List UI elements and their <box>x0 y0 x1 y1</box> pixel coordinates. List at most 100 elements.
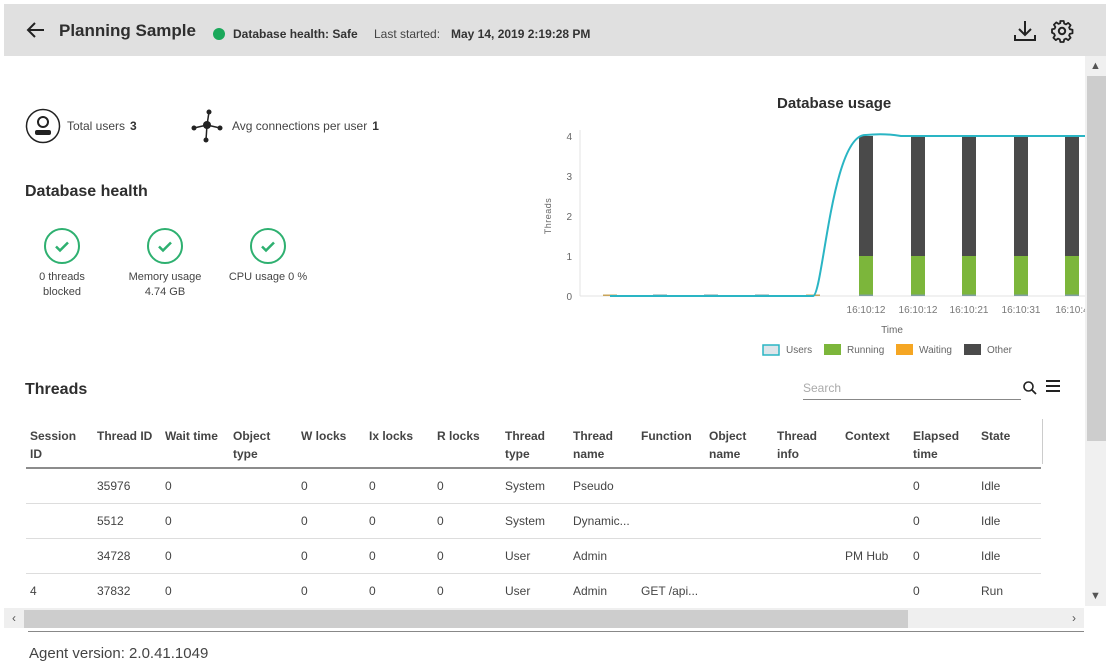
column-header[interactable]: R locks <box>433 419 501 469</box>
avg-connections-stat: Avg connections per user 1 <box>189 108 379 144</box>
column-header-label: Thread <box>777 429 818 443</box>
settings-button[interactable] <box>1050 19 1074 43</box>
column-header[interactable]: Function <box>637 419 705 469</box>
search-field[interactable] <box>803 378 1021 400</box>
vertical-scrollbar[interactable]: ▲ ▼ <box>1085 56 1106 606</box>
table-cell: User <box>501 538 569 574</box>
threads-title: Threads <box>25 381 88 398</box>
table-row[interactable]: 34728 0 0 0 0 User Admin PM Hub 0 Idle <box>26 538 1041 574</box>
column-header-label: info <box>777 447 799 461</box>
x-tick-label: 16:10:4 <box>1055 305 1085 316</box>
search-icon[interactable] <box>1022 380 1038 396</box>
column-header[interactable]: State <box>977 419 1041 469</box>
table-cell: Idle <box>977 538 1041 574</box>
health-item-cpu-usage: CPU usage 0 % <box>218 228 318 285</box>
column-header[interactable]: Session ID <box>26 419 93 469</box>
column-header[interactable]: Thread name <box>569 419 637 469</box>
column-header[interactable]: Context <box>841 419 909 469</box>
legend-swatch-users <box>762 344 780 356</box>
bar-running <box>962 256 976 296</box>
legend-swatch-waiting <box>896 344 913 355</box>
bar-other <box>1014 136 1028 256</box>
table-cell: User <box>501 573 569 609</box>
y-tick-label: 0 <box>566 292 572 303</box>
health-status-label: Database health: Safe <box>233 27 358 41</box>
column-header[interactable]: Thread info <box>773 419 841 469</box>
table-cell: 37832 <box>93 573 161 609</box>
table-cell: 35976 <box>93 468 161 504</box>
network-icon <box>191 109 223 143</box>
scroll-right-button[interactable]: › <box>1064 608 1084 628</box>
y-tick-label: 1 <box>566 252 572 263</box>
table-header-row: Session ID Thread ID Wait time Object type W l… <box>26 419 1041 469</box>
table-cell <box>26 468 93 504</box>
horizontal-scroll-thumb[interactable] <box>24 610 908 628</box>
table-cell <box>26 503 93 539</box>
back-button[interactable] <box>24 18 48 42</box>
column-header[interactable]: Ix locks <box>365 419 433 469</box>
column-header-label: Session <box>30 429 77 443</box>
legend-label-other: Other <box>987 345 1013 356</box>
menu-icon[interactable] <box>1045 379 1061 393</box>
table-cell: Idle <box>977 503 1041 539</box>
table-cell: 0 <box>909 538 977 574</box>
table-cell <box>841 468 909 504</box>
table-cell: Idle <box>977 468 1041 504</box>
x-tick-label: 16:10:12 <box>847 305 886 316</box>
bar-running <box>859 256 873 296</box>
bar-waiting-zero <box>859 294 873 296</box>
table-cell <box>637 538 705 574</box>
y-tick-label: 4 <box>566 132 572 143</box>
column-header[interactable]: Thread type <box>501 419 569 469</box>
threads-table: Session ID Thread ID Wait time Object type W l… <box>26 419 1041 609</box>
last-started-value: May 14, 2019 2:19:28 PM <box>451 27 591 41</box>
table-cell <box>841 503 909 539</box>
table-cell: Admin <box>569 538 637 574</box>
column-header-label: State <box>981 429 1011 443</box>
table-row[interactable]: 5512 0 0 0 0 System Dynamic... 0 Idle <box>26 503 1041 539</box>
column-header-label: name <box>709 447 741 461</box>
column-header-label: Elapsed <box>913 429 960 443</box>
column-header-label: time <box>913 447 938 461</box>
search-input[interactable] <box>803 378 1021 398</box>
table-cell: 0 <box>909 503 977 539</box>
legend-swatch-running <box>824 344 841 355</box>
legend-label-users: Users <box>786 345 812 356</box>
download-button[interactable] <box>1012 18 1038 44</box>
table-cell: GET /api... <box>637 573 705 609</box>
vertical-scroll-thumb[interactable] <box>1087 76 1106 441</box>
table-cell <box>229 538 297 574</box>
check-circle-icon <box>250 228 286 264</box>
total-users-label: Total users <box>67 119 126 133</box>
legend-swatch-other <box>964 344 981 355</box>
table-cell: 0 <box>365 468 433 504</box>
table-cell: 0 <box>365 503 433 539</box>
table-cell <box>705 468 773 504</box>
check-circle-icon <box>44 228 80 264</box>
scroll-down-button[interactable]: ▼ <box>1085 586 1106 606</box>
users-line <box>610 133 1085 297</box>
table-row[interactable]: 35976 0 0 0 0 System Pseudo 0 Idle <box>26 468 1041 504</box>
column-header[interactable]: Thread ID <box>93 419 161 469</box>
table-cell: 0 <box>161 538 229 574</box>
table-cell <box>773 468 841 504</box>
table-cell: 0 <box>161 573 229 609</box>
column-header[interactable]: Object type <box>229 419 297 469</box>
scroll-left-button[interactable]: ‹ <box>4 608 24 628</box>
column-header[interactable]: Wait time <box>161 419 229 469</box>
health-item-line1: Memory usage <box>128 271 202 283</box>
column-header[interactable]: Object name <box>705 419 773 469</box>
scroll-up-button[interactable]: ▲ <box>1085 56 1106 76</box>
column-header-label: Function <box>641 429 692 443</box>
column-header-label: Ix locks <box>369 429 414 443</box>
horizontal-scrollbar[interactable]: ‹ › <box>4 608 1084 628</box>
column-header[interactable]: W locks <box>297 419 365 469</box>
table-cell <box>705 573 773 609</box>
table-cell: 0 <box>365 573 433 609</box>
table-row[interactable]: 4 37832 0 0 0 0 User Admin GET /api... 0 Run <box>26 573 1041 609</box>
column-header-label: Context <box>845 429 890 443</box>
column-header[interactable]: Elapsed time <box>909 419 977 469</box>
table-cell: Run <box>977 573 1041 609</box>
legend-label-running: Running <box>847 345 884 356</box>
health-item-threads-blocked: 0 threads blocked <box>12 228 112 300</box>
